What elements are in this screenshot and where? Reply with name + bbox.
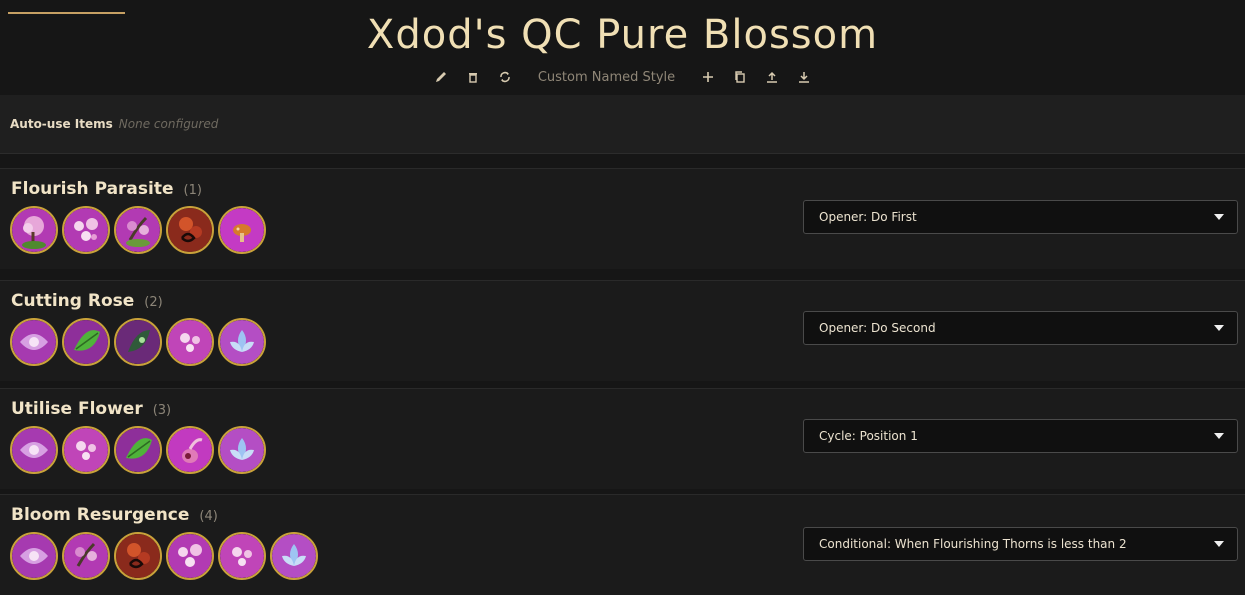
step-condition-value: Opener: Do First (819, 210, 917, 224)
step-name: Cutting Rose (11, 291, 135, 311)
step-condition-select[interactable]: Cycle: Position 1 (803, 419, 1238, 453)
step-name: Bloom Resurgence (11, 505, 190, 525)
mushroom-ability-icon[interactable] (218, 206, 266, 254)
step-condition-select[interactable]: Opener: Do Second (803, 311, 1238, 345)
ability-icon-list (10, 206, 266, 254)
lotus-ability-icon[interactable] (218, 318, 266, 366)
chevron-down-icon (1207, 207, 1231, 227)
rotation-step-row: Utilise Flower (3) Cycle: Position 1 (0, 388, 1245, 489)
chevron-down-icon (1207, 318, 1231, 338)
step-number: (2) (144, 295, 163, 310)
page-title: Xdod's QC Pure Blossom (366, 12, 879, 58)
auto-use-value: None configured (118, 117, 219, 131)
step-condition-select[interactable]: Opener: Do First (803, 200, 1238, 234)
chevron-down-icon (1207, 426, 1231, 446)
copy-icon[interactable] (731, 68, 749, 86)
step-condition-value: Opener: Do Second (819, 321, 936, 335)
petal-swirl-ability-icon[interactable] (10, 318, 58, 366)
tree-ability-icon[interactable] (10, 206, 58, 254)
fire-swirl-ability-icon[interactable] (114, 532, 162, 580)
fire-swirl-ability-icon[interactable] (166, 206, 214, 254)
step-name: Flourish Parasite (11, 179, 174, 199)
step-title: Bloom Resurgence (4) (11, 505, 218, 525)
trash-icon[interactable] (464, 68, 482, 86)
tree-ability-icon[interactable] (114, 206, 162, 254)
rotation-step-row: Flourish Parasite (1) Opener: Do First (0, 168, 1245, 269)
step-title: Flourish Parasite (1) (11, 179, 202, 199)
step-number: (4) (199, 509, 218, 524)
plus-icon[interactable] (699, 68, 717, 86)
pitcher-ability-icon[interactable] (166, 426, 214, 474)
ability-icon-list (10, 426, 266, 474)
step-title: Utilise Flower (3) (11, 399, 171, 419)
rotation-step-row: Bloom Resurgence (4) Conditional: When Fl… (0, 494, 1245, 595)
green-leaf-ability-icon[interactable] (62, 318, 110, 366)
lotus-ability-icon[interactable] (270, 532, 318, 580)
step-name: Utilise Flower (11, 399, 143, 419)
style-toolbar: Custom Named Style (0, 66, 1245, 88)
step-number: (3) (152, 403, 172, 418)
ability-icon-list (10, 532, 318, 580)
auto-use-items-bar[interactable]: Auto-use Items None configured (0, 95, 1245, 154)
blossom-ability-icon[interactable] (62, 426, 110, 474)
blossom-ability-icon[interactable] (218, 532, 266, 580)
dark-leaf-ability-icon[interactable] (114, 318, 162, 366)
step-condition-value: Cycle: Position 1 (819, 429, 918, 443)
auto-use-label: Auto-use Items (10, 117, 113, 131)
step-number: (1) (183, 183, 202, 198)
petal-swirl-ability-icon[interactable] (10, 426, 58, 474)
tree-ability-icon[interactable] (62, 532, 110, 580)
lotus-ability-icon[interactable] (218, 426, 266, 474)
step-title: Cutting Rose (2) (11, 291, 163, 311)
download-icon[interactable] (795, 68, 813, 86)
blossom-ability-icon[interactable] (166, 318, 214, 366)
chevron-down-icon (1207, 534, 1231, 554)
pencil-icon[interactable] (432, 68, 450, 86)
header: Xdod's QC Pure Blossom Custom Named Styl… (0, 0, 1245, 95)
rotation-step-row: Cutting Rose (2) Opener: Do Second (0, 280, 1245, 381)
upload-icon[interactable] (763, 68, 781, 86)
blossom-ability-icon[interactable] (62, 206, 110, 254)
style-name-label[interactable]: Custom Named Style (528, 70, 685, 85)
step-condition-select[interactable]: Conditional: When Flourishing Thorns is … (803, 527, 1238, 561)
petal-swirl-ability-icon[interactable] (10, 532, 58, 580)
refresh-icon[interactable] (496, 68, 514, 86)
ability-icon-list (10, 318, 266, 366)
blossom-ability-icon[interactable] (166, 532, 214, 580)
green-leaf-ability-icon[interactable] (114, 426, 162, 474)
step-condition-value: Conditional: When Flourishing Thorns is … (819, 537, 1127, 551)
